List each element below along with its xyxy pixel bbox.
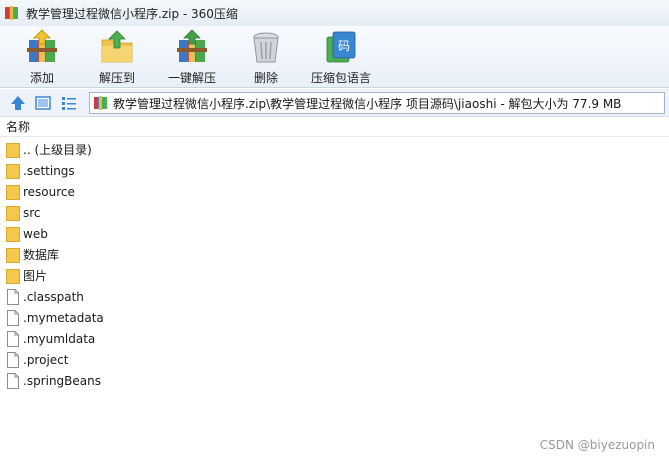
file-icon [7, 309, 19, 326]
file-icon [7, 330, 19, 347]
trash-icon [253, 32, 279, 63]
list-item-name: src [23, 205, 41, 220]
title-bar: 教学管理过程微信小程序.zip - 360压缩 [0, 0, 669, 26]
code-page-icon: 码 [326, 31, 356, 63]
watermark: CSDN @biyezuopin [539, 438, 655, 452]
list-item-name: resource [23, 184, 75, 199]
folder-icon [6, 184, 20, 200]
one-click-extract-button[interactable]: 一键解压 [162, 28, 222, 86]
file-list: .. (上级目录) .settings resource src web 数据库… [0, 139, 669, 391]
toolbar: 添加 解压到 一键解压 删除 码 压缩包语言 [0, 26, 669, 88]
folder-icon [6, 268, 20, 284]
list-item-name: .project [23, 352, 69, 367]
up-arrow-icon[interactable] [9, 94, 27, 112]
extract-to-button[interactable]: 解压到 [92, 28, 142, 86]
list-item-file[interactable]: .mymetadata [0, 307, 669, 328]
navigation-bar: 教学管理过程微信小程序.zip\教学管理过程微信小程序 项目源码\jiaoshi… [0, 89, 669, 117]
add-button[interactable]: 添加 [18, 28, 66, 86]
window-title: 教学管理过程微信小程序.zip - 360压缩 [26, 6, 238, 21]
add-archive-icon [27, 29, 57, 62]
extract-to-label: 解压到 [98, 71, 135, 85]
list-item-file[interactable]: .project [0, 349, 669, 370]
archive-language-button[interactable]: 码 压缩包语言 [306, 28, 376, 86]
list-item-folder[interactable]: 图片 [0, 265, 669, 286]
list-item-name: 数据库 [23, 248, 60, 262]
file-icon [7, 351, 19, 368]
path-text: 教学管理过程微信小程序.zip\教学管理过程微信小程序 项目源码\jiaoshi… [113, 96, 622, 111]
list-item-name: .. (上级目录) [23, 143, 92, 157]
list-item-name: .springBeans [23, 373, 101, 388]
file-icon [7, 372, 19, 389]
list-item-file[interactable]: .myumldata [0, 328, 669, 349]
file-icon [7, 288, 19, 305]
list-item-name: .mymetadata [23, 310, 104, 325]
thumbnail-view-icon[interactable] [34, 94, 52, 112]
list-item-file[interactable]: .classpath [0, 286, 669, 307]
column-header-name[interactable]: 名称 [0, 118, 669, 137]
list-item-folder[interactable]: src [0, 202, 669, 223]
list-item-name: .settings [23, 163, 75, 178]
list-item-folder[interactable]: web [0, 223, 669, 244]
list-item-name: 图片 [23, 269, 48, 283]
delete-label: 删除 [253, 71, 278, 85]
folder-icon [6, 163, 20, 179]
one-click-extract-label: 一键解压 [167, 71, 216, 85]
list-item-file[interactable]: .springBeans [0, 370, 669, 391]
list-item-name: web [23, 226, 48, 241]
list-item-name: .classpath [23, 289, 84, 304]
svg-text:码: 码 [338, 39, 350, 53]
one-click-extract-icon [177, 29, 207, 62]
list-view-icon[interactable] [60, 94, 78, 112]
archive-icon [94, 96, 107, 110]
extract-folder-icon [101, 30, 133, 63]
delete-button[interactable]: 删除 [242, 28, 290, 86]
list-item-name: .myumldata [23, 331, 96, 346]
folder-icon [6, 247, 20, 263]
path-bar[interactable]: 教学管理过程微信小程序.zip\教学管理过程微信小程序 项目源码\jiaoshi… [89, 92, 665, 114]
list-item-folder[interactable]: 数据库 [0, 244, 669, 265]
add-label: 添加 [29, 71, 54, 85]
list-item-parent-directory[interactable]: .. (上级目录) [0, 139, 669, 160]
folder-icon [6, 142, 20, 158]
archive-app-icon [5, 6, 18, 20]
folder-icon [6, 226, 20, 242]
list-item-folder[interactable]: resource [0, 181, 669, 202]
folder-icon [6, 205, 20, 221]
list-item-folder[interactable]: .settings [0, 160, 669, 181]
archive-language-label: 压缩包语言 [310, 71, 371, 85]
